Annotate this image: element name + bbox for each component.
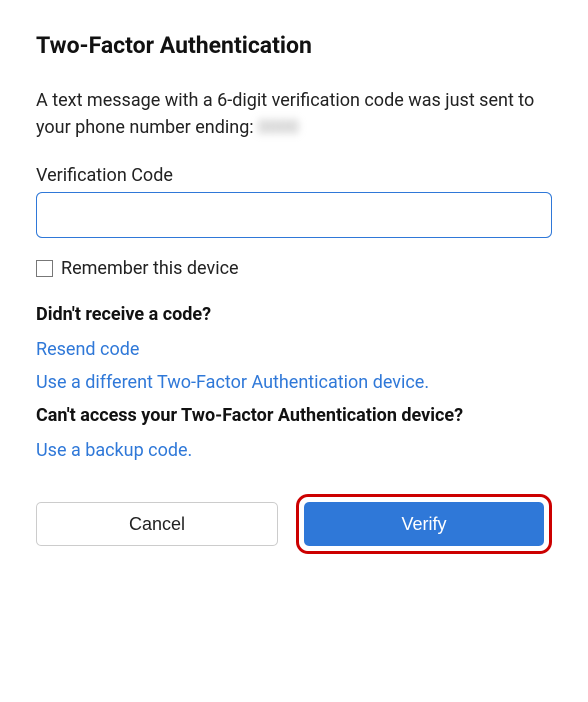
cancel-button[interactable]: Cancel xyxy=(36,502,278,546)
remember-device-label: Remember this device xyxy=(61,258,239,279)
verify-highlight: Verify xyxy=(296,494,552,554)
backup-code-link[interactable]: Use a backup code. xyxy=(36,437,552,464)
resend-code-link[interactable]: Resend code xyxy=(36,336,552,363)
phone-ending-masked: 0000 xyxy=(258,114,298,141)
page-title: Two-Factor Authentication xyxy=(36,32,552,59)
action-row: Cancel Verify xyxy=(36,494,552,554)
remember-device-checkbox[interactable] xyxy=(36,260,53,277)
cant-access-heading: Can't access your Two-Factor Authenticat… xyxy=(36,402,552,429)
different-device-link[interactable]: Use a different Two-Factor Authenticatio… xyxy=(36,369,552,396)
verify-button[interactable]: Verify xyxy=(304,502,544,546)
description-text: A text message with a 6-digit verificati… xyxy=(36,87,552,141)
verification-code-input[interactable] xyxy=(36,192,552,238)
remember-device-row[interactable]: Remember this device xyxy=(36,258,552,279)
didnt-receive-heading: Didn't receive a code? xyxy=(36,301,552,328)
verification-code-label: Verification Code xyxy=(36,165,552,186)
